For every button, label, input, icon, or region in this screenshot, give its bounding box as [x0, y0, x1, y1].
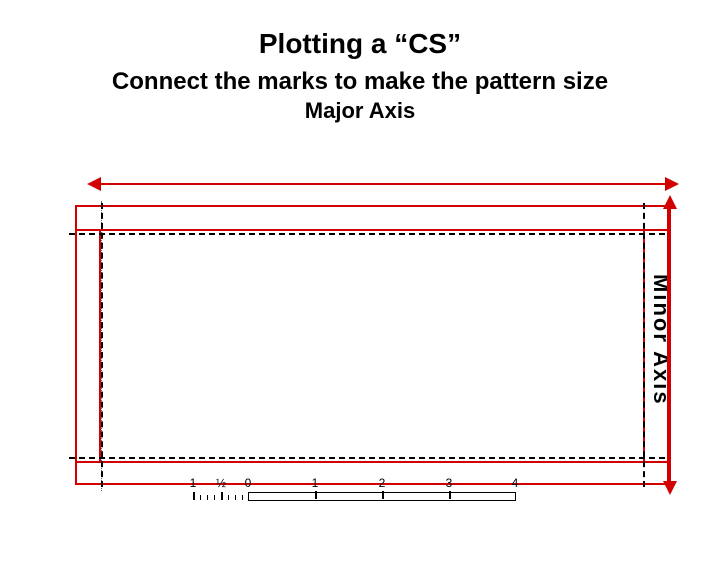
- ruler-bar: [248, 492, 516, 501]
- scale-ruler: 1 ½ 0 1 2 3 4: [193, 481, 519, 501]
- dashed-guide-bottom: [69, 457, 665, 459]
- ruler-label-half: ½: [216, 476, 226, 490]
- ruler-left-section: [193, 492, 248, 501]
- pattern-inner-bottom-line: [75, 461, 669, 463]
- dashed-guide-top: [69, 233, 665, 235]
- ruler-label-0: 0: [245, 476, 252, 490]
- major-axis-label: Major Axis: [0, 98, 720, 124]
- minor-axis-arrow: [669, 207, 671, 483]
- pattern-inner-rect: [99, 229, 645, 461]
- dashed-guide-left: [101, 203, 103, 487]
- ruler-label-3: 3: [446, 476, 453, 490]
- ruler-label-2: 2: [379, 476, 386, 490]
- plot-area: 1 ½ 0 1 2 3 4: [65, 183, 670, 503]
- page-subtitle: Connect the marks to make the pattern si…: [0, 68, 720, 96]
- ruler-label-left-1: 1: [190, 476, 197, 490]
- ruler-label-1: 1: [312, 476, 319, 490]
- page-title: Plotting a “CS”: [0, 28, 720, 60]
- major-axis-arrow: [99, 183, 667, 185]
- dashed-guide-right: [643, 203, 645, 487]
- ruler-label-4: 4: [512, 476, 519, 490]
